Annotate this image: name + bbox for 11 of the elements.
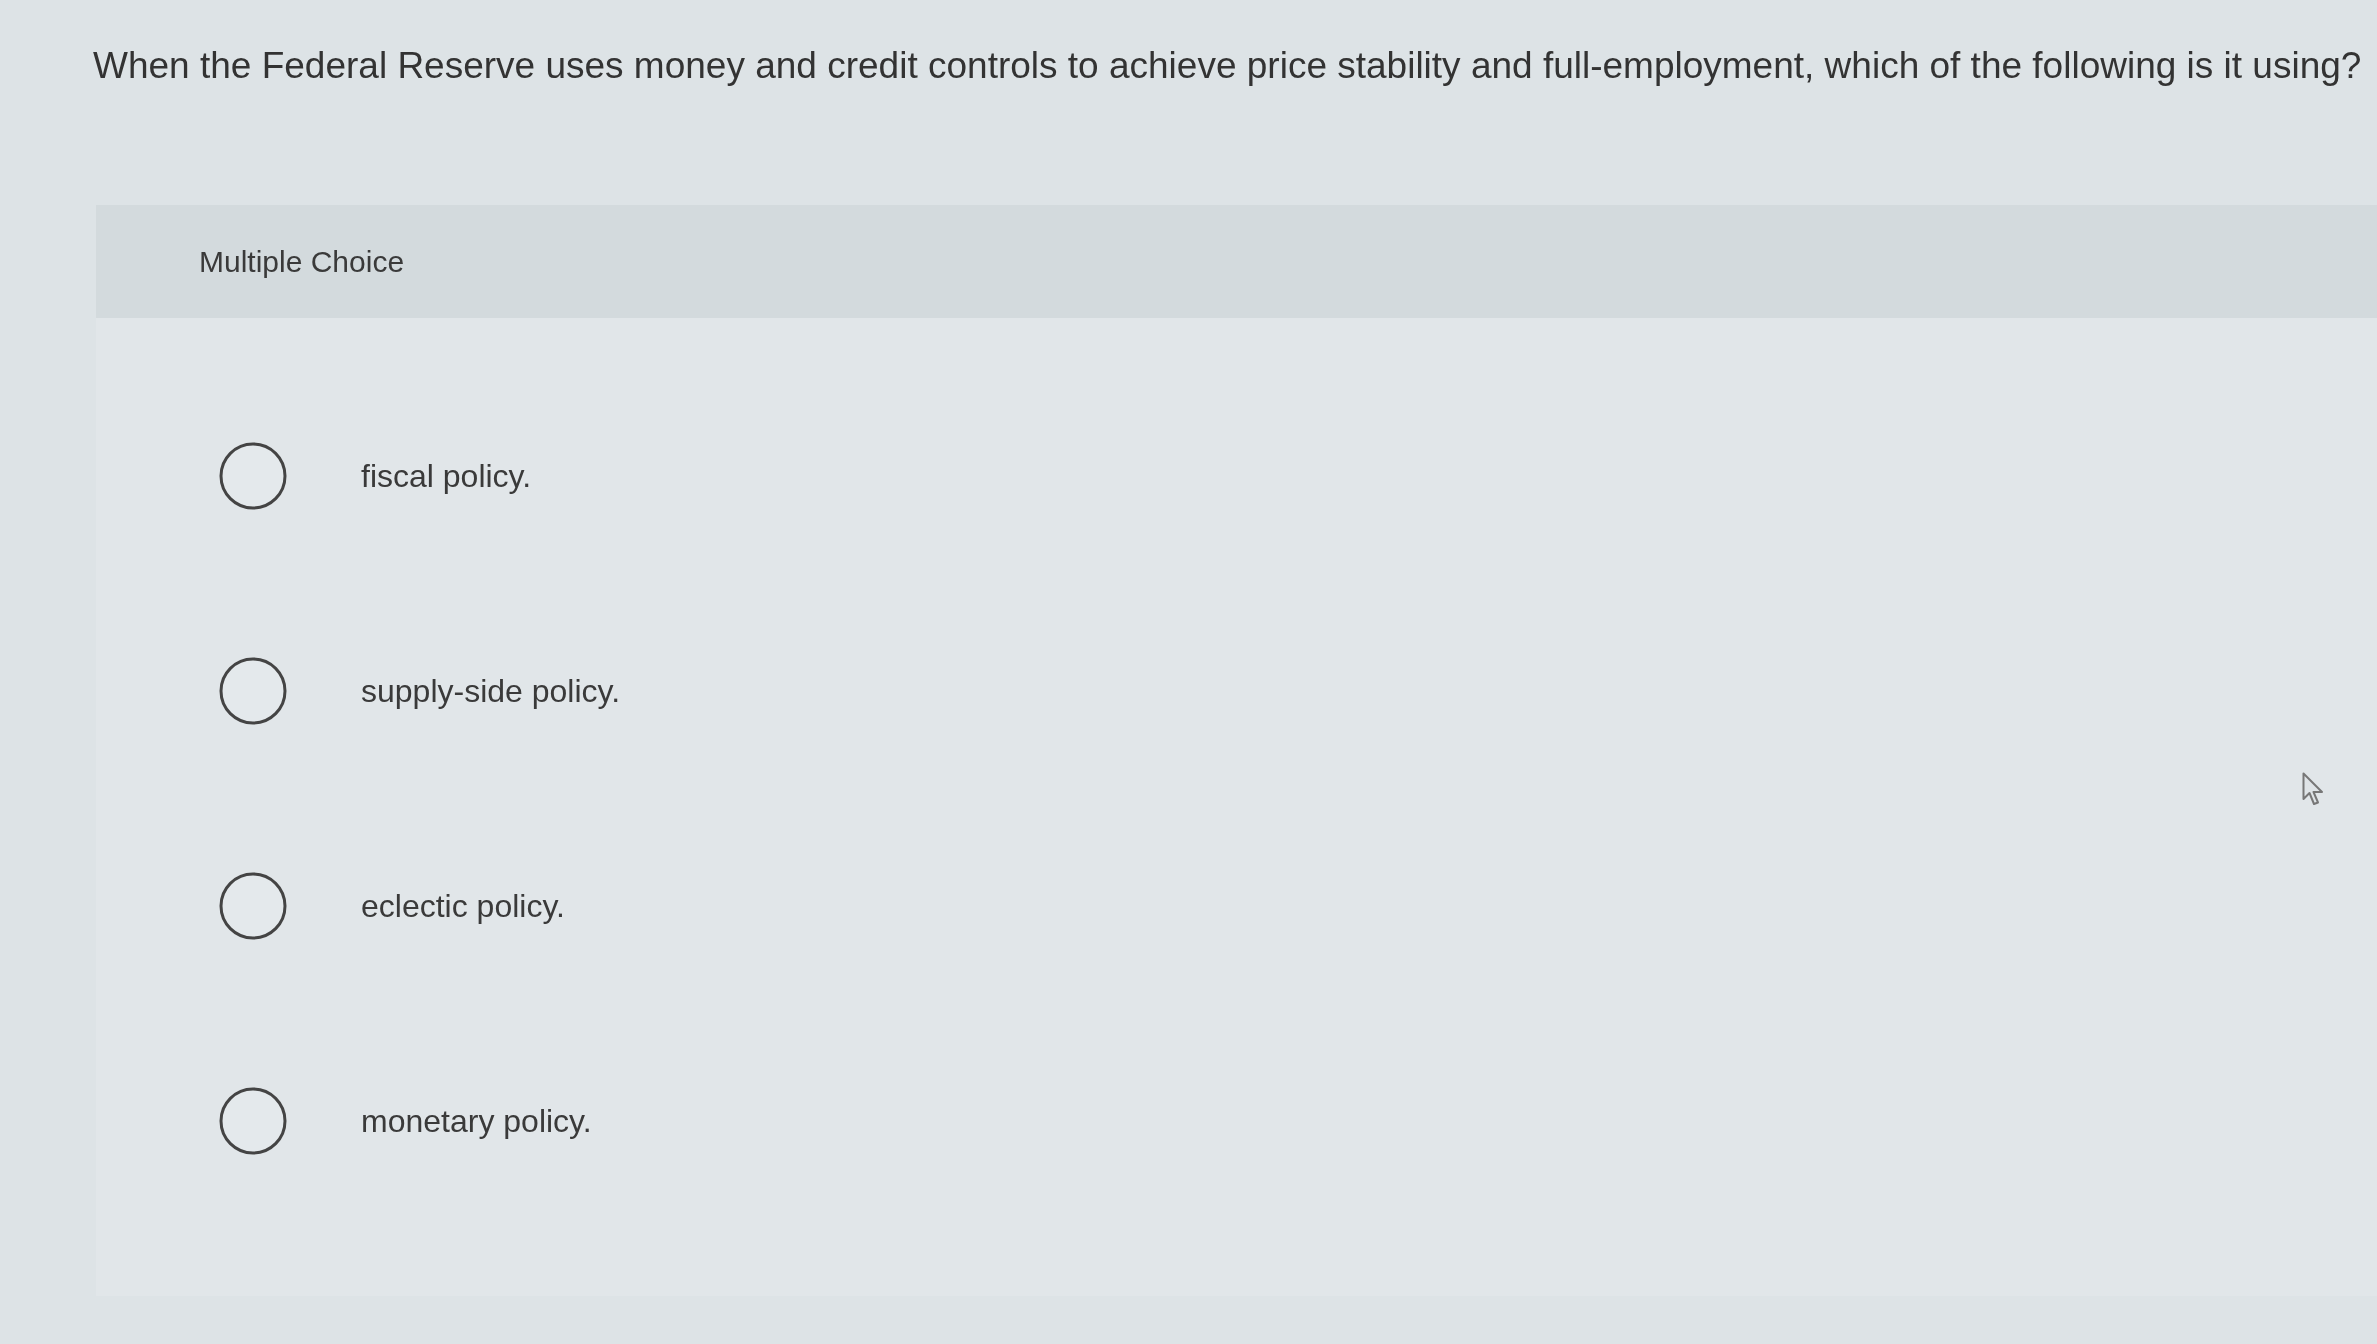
radio-button[interactable] [219,656,287,725]
mouse-pointer-icon [2302,772,2324,806]
option-label[interactable]: supply-side policy. [361,671,621,710]
radio-button[interactable] [219,871,287,940]
option-label[interactable]: fiscal policy. [361,456,532,495]
option-label[interactable]: monetary policy. [361,1101,592,1140]
section-heading: Multiple Choice [199,243,405,280]
radio-button[interactable] [219,1086,287,1155]
radio-button[interactable] [219,441,287,510]
question-text: When the Federal Reserve uses money and credit controls to achieve price stability and full-employment, which of the following is it using? [93,44,2362,88]
option-label[interactable]: eclectic policy. [361,886,565,925]
